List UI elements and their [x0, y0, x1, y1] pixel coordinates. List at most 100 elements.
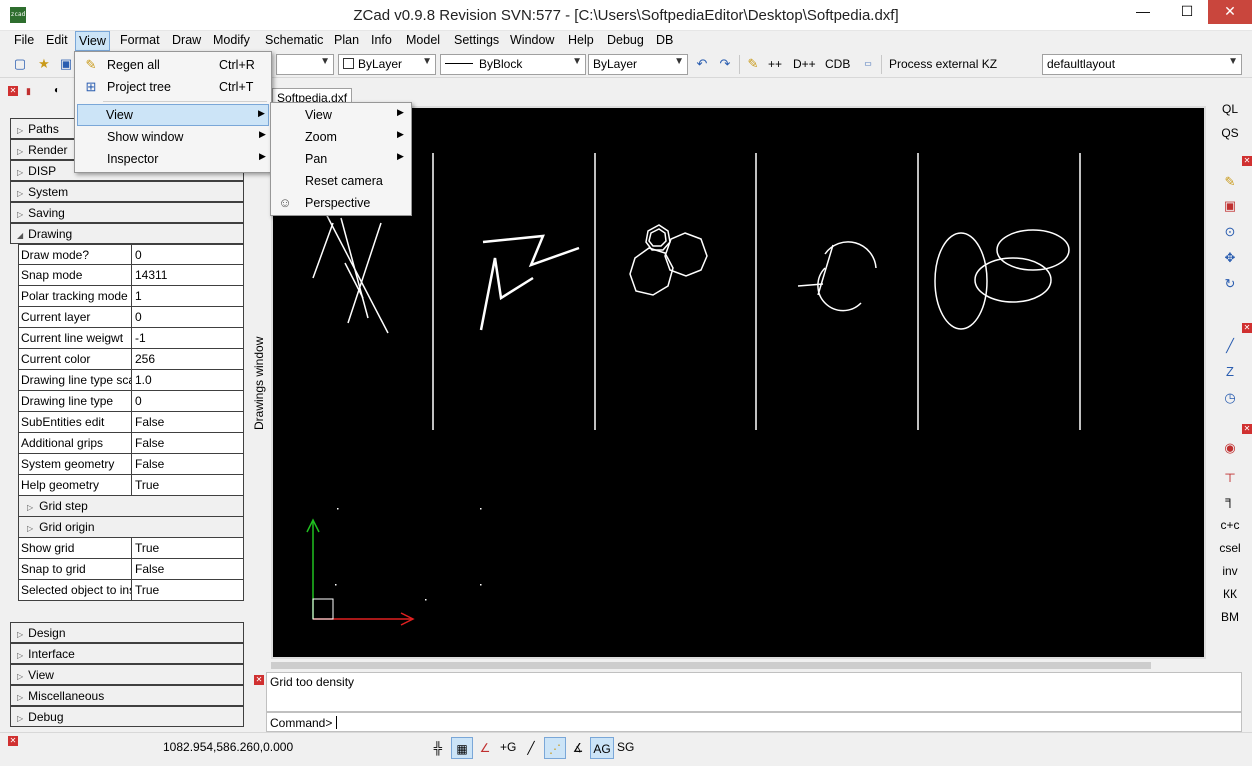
tree-header-drawing[interactable]: ◢ Drawing — [10, 223, 244, 244]
menu-modify[interactable]: Modify — [213, 33, 250, 47]
close-panel-icon[interactable]: ✕ — [254, 675, 264, 685]
color-combo[interactable]: ▼ — [276, 54, 334, 75]
close-button[interactable]: ✕ — [1208, 0, 1252, 24]
ruler-icon[interactable]: ▭ — [860, 56, 876, 72]
line-tool-icon[interactable]: ╱ — [1220, 336, 1240, 356]
prop-value[interactable]: True — [133, 538, 243, 558]
menu-item-show-window[interactable]: Show window ▶ — [77, 126, 269, 148]
close-panel-icon[interactable]: ✕ — [8, 736, 18, 746]
prop-row-selected-object[interactable]: Selected object to ins True — [18, 580, 244, 601]
pencil-icon[interactable]: ✎ — [745, 56, 761, 72]
prop-row-current-layer[interactable]: Current layer 0 — [18, 307, 244, 328]
grid-toggle-icon[interactable]: ▦ — [451, 737, 473, 759]
maximize-button[interactable]: ☐ — [1165, 0, 1209, 24]
close-panel-icon[interactable]: ✕ — [1242, 424, 1252, 434]
menu-plan[interactable]: Plan — [334, 33, 359, 47]
polar-toggle-icon[interactable]: ∠ — [474, 737, 496, 759]
horizontal-scrollbar[interactable] — [271, 659, 1206, 671]
menu-file[interactable]: File — [14, 33, 34, 47]
submenu-item-zoom[interactable]: Zoom ▶ — [273, 126, 409, 148]
move-icon[interactable]: ✥ — [1220, 248, 1240, 268]
undo-icon[interactable]: ↶ — [694, 56, 710, 72]
drawings-window-label[interactable]: Drawings window — [252, 337, 266, 430]
menu-db[interactable]: DB — [656, 33, 673, 47]
menu-settings[interactable]: Settings — [454, 33, 499, 47]
lineweight-combo[interactable]: ByLayer ▼ — [588, 54, 688, 75]
submenu-item-pan[interactable]: Pan ▶ — [273, 148, 409, 170]
prop-value[interactable]: True — [133, 475, 243, 495]
menu-item-view-submenu[interactable]: View ▶ — [77, 104, 269, 126]
prop-value[interactable]: False — [133, 412, 243, 432]
brush-icon[interactable]: ✎ — [1220, 172, 1240, 192]
copy-clip-button[interactable]: c+c — [1214, 518, 1246, 532]
plus-g-toggle[interactable]: +G — [500, 740, 516, 754]
prop-row-additional-grips[interactable]: Additional grips False — [18, 433, 244, 454]
lineweight-toggle-icon[interactable]: ╱ — [520, 737, 542, 759]
tree-header-saving[interactable]: ▷ Saving — [10, 202, 244, 223]
qs-button[interactable]: QS — [1214, 126, 1246, 140]
close-panel-icon[interactable]: ✕ — [1242, 156, 1252, 166]
prop-value[interactable]: 256 — [133, 349, 243, 369]
cdb-button[interactable]: CDB — [825, 57, 850, 71]
scrollbar-thumb[interactable] — [271, 662, 1151, 669]
process-external-kz-button[interactable]: Process external KZ — [889, 57, 997, 71]
menu-info[interactable]: Info — [371, 33, 392, 47]
prop-value[interactable]: 0 — [133, 307, 243, 327]
prop-value[interactable]: False — [133, 433, 243, 453]
image-icon[interactable]: ▣ — [1220, 196, 1240, 216]
close-panel-icon[interactable]: ✕ — [1242, 323, 1252, 333]
tree-header-miscellaneous[interactable]: ▷ Miscellaneous — [10, 685, 244, 706]
prop-row-line-weight[interactable]: Current line weigwt -1 — [18, 328, 244, 349]
minimize-button[interactable]: — — [1121, 0, 1165, 24]
circle-tool-icon[interactable]: ◷ — [1220, 388, 1240, 408]
pin-icon[interactable]: ┬ — [1220, 464, 1240, 484]
redo-icon[interactable]: ↷ — [717, 56, 733, 72]
open-file-icon[interactable]: ★ — [36, 56, 52, 72]
copy-icon[interactable]: ⊙ — [1220, 222, 1240, 242]
prop-value[interactable]: 0 — [133, 245, 243, 265]
ortho-toggle-icon[interactable]: ╬ — [427, 737, 449, 759]
layout-combo[interactable]: defaultlayout ▼ — [1042, 54, 1242, 75]
save-file-icon[interactable]: ▣ — [58, 56, 74, 72]
command-input[interactable] — [266, 712, 1242, 732]
prop-value[interactable]: 0 — [133, 391, 243, 411]
inspector-eye-icon[interactable]: ◐ — [54, 85, 60, 96]
prop-row-polar-tracking[interactable]: Polar tracking mode 1 — [18, 286, 244, 307]
prop-row-snap-mode[interactable]: Snap mode 14311 — [18, 265, 244, 286]
plus-plus-button[interactable]: ++ — [768, 57, 782, 71]
menu-schematic[interactable]: Schematic — [265, 33, 323, 47]
prop-row-current-color[interactable]: Current color 256 — [18, 349, 244, 370]
cylinder-icon[interactable]: ◉ — [1220, 438, 1240, 458]
ag-toggle[interactable]: AG — [590, 737, 614, 759]
inv-button[interactable]: inv — [1214, 564, 1246, 578]
prop-row-line-type[interactable]: Drawing line type 0 — [18, 391, 244, 412]
osnap-toggle-icon[interactable]: ⋰ — [544, 737, 566, 759]
prop-row-subentities-edit[interactable]: SubEntities edit False — [18, 412, 244, 433]
prop-value[interactable]: -1 — [133, 328, 243, 348]
prop-row-help-geometry[interactable]: Help geometry True — [18, 475, 244, 496]
close-panel-icon[interactable]: ✕ — [8, 86, 18, 96]
menu-model[interactable]: Model — [406, 33, 440, 47]
rotate-icon[interactable]: ↻ — [1220, 274, 1240, 294]
bm-button[interactable]: BM — [1214, 610, 1246, 624]
menu-item-project-tree[interactable]: ⊞ Project tree Ctrl+T — [77, 76, 269, 98]
tree-subheader-grid-origin[interactable]: ▷ Grid origin — [18, 517, 244, 538]
prop-row-line-type-scale[interactable]: Drawing line type sca 1.0 — [18, 370, 244, 391]
tree-subheader-grid-step[interactable]: ▷ Grid step — [18, 496, 244, 517]
submenu-item-view[interactable]: View ▶ — [273, 104, 409, 126]
tree-header-system[interactable]: ▷ System — [10, 181, 244, 202]
prop-value[interactable]: 14311 — [133, 265, 243, 285]
kk-button[interactable]: КК — [1214, 587, 1246, 601]
polyline-tool-icon[interactable]: Z — [1220, 362, 1240, 382]
prop-row-system-geometry[interactable]: System geometry False — [18, 454, 244, 475]
menu-view[interactable]: View — [75, 31, 110, 51]
menu-format[interactable]: Format — [120, 33, 160, 47]
align-icon[interactable]: ╕ — [1220, 490, 1240, 510]
submenu-item-reset-camera[interactable]: Reset camera — [273, 170, 409, 192]
otrack-toggle-icon[interactable]: ∡ — [567, 737, 589, 759]
submenu-item-perspective[interactable]: ☺ Perspective — [273, 192, 409, 214]
menu-debug[interactable]: Debug — [607, 33, 644, 47]
menu-edit[interactable]: Edit — [46, 33, 68, 47]
ql-button[interactable]: QL — [1214, 102, 1246, 116]
prop-row-draw-mode[interactable]: Draw mode? 0 — [18, 244, 244, 265]
